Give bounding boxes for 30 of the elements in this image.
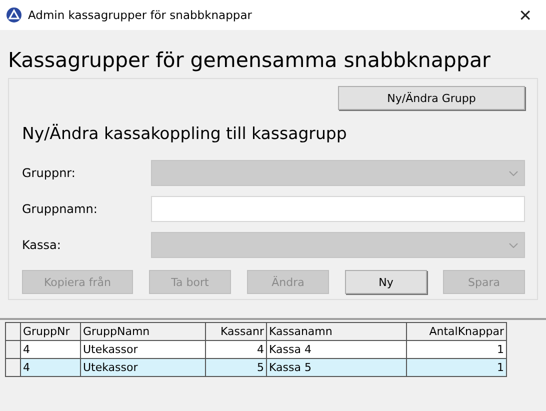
- table-cell: Kassa 4: [267, 341, 407, 359]
- table-cell: 5: [206, 359, 267, 377]
- table-cell: 1: [407, 359, 507, 377]
- column-header[interactable]: GruppNr: [21, 323, 81, 341]
- app-logo-icon: [6, 7, 22, 23]
- table-cell: Utekassor: [81, 341, 206, 359]
- chevron-down-icon: [509, 242, 518, 248]
- table-cell: 4: [206, 341, 267, 359]
- table-cell: Kassa 5: [267, 359, 407, 377]
- page-heading: Kassagrupper för gemensamma snabbknappar: [7, 47, 492, 70]
- chevron-down-icon: [509, 170, 518, 176]
- edit-group-button[interactable]: Ny/Ändra Grupp: [338, 86, 525, 110]
- row-header[interactable]: [6, 341, 21, 359]
- table-cell: 4: [21, 341, 81, 359]
- close-button[interactable]: ✕: [512, 6, 538, 24]
- field-label: Gruppnamn:: [22, 202, 98, 216]
- section-heading: Ny/Ändra kassakoppling till kassagrupp: [22, 124, 348, 145]
- table-cell: 1: [407, 341, 507, 359]
- field-label: Kassa:: [22, 238, 62, 252]
- row-header[interactable]: [6, 359, 21, 377]
- column-header[interactable]: GruppNamn: [81, 323, 206, 341]
- column-header[interactable]: Kassanamn: [267, 323, 407, 341]
- field-label: Gruppnr:: [22, 166, 76, 180]
- table-cell: Utekassor: [81, 359, 206, 377]
- table-cell: 4: [21, 359, 81, 377]
- input-field[interactable]: [151, 196, 525, 222]
- column-header[interactable]: AntalKnappar: [407, 323, 507, 341]
- column-header[interactable]: Kassanr: [206, 323, 267, 341]
- action-button[interactable]: Ny: [345, 270, 427, 294]
- window-title: Admin kassagrupper för snabbknappar: [28, 8, 253, 22]
